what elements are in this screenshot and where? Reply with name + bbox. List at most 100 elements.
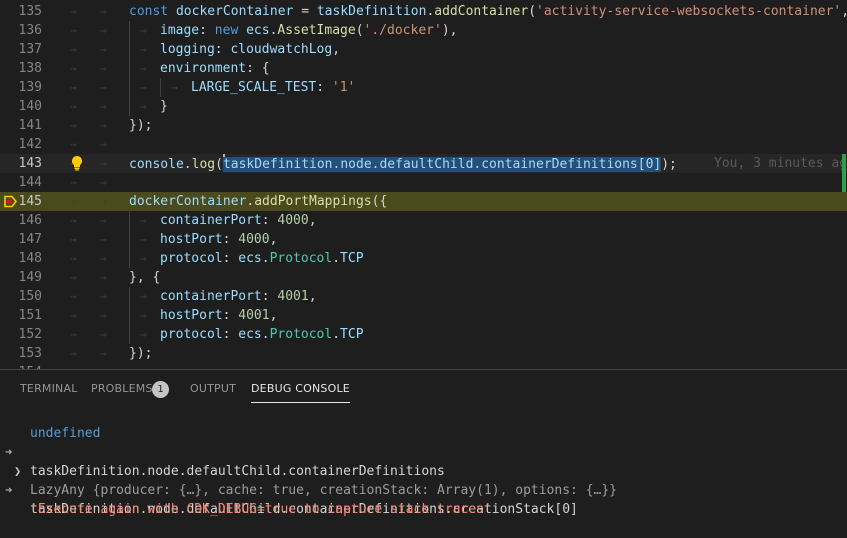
whitespace-marker: → — [70, 119, 77, 132]
code-line[interactable]: 140 → → →} — [0, 97, 847, 116]
code-text[interactable]: }); — [129, 116, 152, 135]
code-line[interactable]: 153 → →}); — [0, 344, 847, 363]
whitespace-marker: → — [140, 24, 147, 37]
code-token: }); — [129, 346, 153, 361]
code-text[interactable]: const dockerContainer = taskDefinition.a… — [129, 2, 847, 21]
code-token: Protocol — [269, 251, 333, 266]
code-token: 4001 — [238, 308, 270, 323]
code-token: , — [269, 232, 278, 247]
code-text[interactable]: protocol: ecs.Protocol.TCP — [160, 249, 364, 268]
code-token: : { — [246, 61, 270, 76]
whitespace-marker: → — [70, 347, 77, 360]
whitespace-marker: → — [100, 119, 107, 132]
whitespace-marker: → — [70, 271, 77, 284]
tab-terminal[interactable]: TERMINAL — [20, 382, 78, 395]
code-line[interactable]: 145 → → dockerContainer.addPortMappings({ — [0, 192, 847, 211]
code-line[interactable]: 138 → → → environment: { — [0, 59, 847, 78]
whitespace-marker: → — [70, 309, 77, 322]
tab-debug-console[interactable]: DEBUG CONSOLE — [251, 382, 350, 403]
code-line[interactable]: 135 → → const dockerContainer = taskDefinit… — [0, 2, 847, 21]
whitespace-marker: → — [100, 62, 107, 75]
whitespace-marker: → — [70, 328, 77, 341]
code-token: : — [214, 42, 231, 57]
code-line[interactable]: 151 → → → hostPort: 4001, — [0, 306, 847, 325]
whitespace-marker: → — [70, 62, 77, 75]
code-token: ( — [355, 23, 364, 38]
code-editor[interactable]: 135 → → const dockerContainer = taskDefinit… — [0, 0, 847, 369]
problems-count-badge: 1 — [152, 381, 169, 398]
code-line[interactable]: 148 → → → protocol: ecs.Protocol.TCP — [0, 249, 847, 268]
code-line[interactable]: 144 → → — [0, 173, 847, 192]
code-line[interactable]: 141 → →}); — [0, 116, 847, 135]
whitespace-marker: → — [100, 195, 107, 208]
breakpoint-paused-icon[interactable] — [4, 195, 17, 208]
whitespace-marker: → — [100, 138, 107, 151]
line-number: 142 — [18, 137, 42, 152]
line-number: 150 — [18, 289, 42, 304]
code-text[interactable]: dockerContainer.addPortMappings({ — [129, 192, 387, 211]
code-line[interactable]: 147 → → → hostPort: 4000, — [0, 230, 847, 249]
code-line[interactable]: 139 → → → → LARGE_SCALE_TEST: '1' — [0, 78, 847, 97]
code-line[interactable]: 146 → → → containerPort: 4000, — [0, 211, 847, 230]
whitespace-marker: → — [140, 290, 147, 303]
whitespace-marker: → — [140, 328, 147, 341]
line-number: 152 — [18, 327, 42, 342]
whitespace-marker: → — [171, 81, 178, 94]
code-token: ); — [661, 157, 677, 172]
code-token: 'activity-service-websockets-container' — [536, 4, 842, 19]
code-line[interactable]: 137 → → → logging: cloudwatchLog, — [0, 40, 847, 59]
whitespace-marker: → — [140, 252, 147, 265]
whitespace-marker: → — [70, 43, 77, 56]
tab-output[interactable]: OUTPUT — [190, 382, 236, 395]
indent-guide — [129, 97, 130, 116]
whitespace-marker: → — [100, 271, 107, 284]
code-line[interactable]: 150 → → → containerPort: 4001, — [0, 287, 847, 306]
code-text[interactable]: image: new ecs.AssetImage('./docker'), — [160, 21, 457, 40]
code-token: dockerContainer — [129, 194, 247, 209]
whitespace-marker: → — [100, 100, 107, 113]
tab-problems[interactable]: PROBLEMS — [91, 382, 153, 395]
console-line[interactable]: ❯ LazyAny {producer: {…}, cache: true, c… — [0, 443, 617, 498]
code-line[interactable]: 136 → → → image: new ecs.AssetImage('./docke… — [0, 21, 847, 40]
code-text[interactable]: environment: { — [160, 59, 270, 78]
code-token: TCP — [340, 251, 364, 266]
code-text[interactable]: } — [160, 97, 168, 116]
code-token: LARGE_SCALE_TEST — [191, 80, 317, 95]
code-text[interactable]: }); — [129, 344, 152, 363]
code-token: : — [261, 213, 278, 228]
whitespace-marker: → — [100, 176, 107, 189]
code-line[interactable]: 149 → →}, { — [0, 268, 847, 287]
code-line[interactable]: 152 → → → protocol: ecs.Protocol.TCP — [0, 325, 847, 344]
whitespace-marker: → — [100, 5, 107, 18]
lightbulb-icon[interactable] — [70, 155, 84, 171]
console-result-string: 'Execute again with CDK_DEBUG=true to ca… — [30, 502, 492, 517]
code-text[interactable]: }, { — [129, 268, 160, 287]
whitespace-marker: → — [70, 81, 77, 94]
indent-guide — [129, 306, 130, 325]
code-text[interactable]: console.log(taskDefinition.node.defaultC… — [129, 154, 677, 174]
console-line: 'Execute again with CDK_DEBUG=true to ca… — [0, 481, 492, 517]
selected-text: taskDefinition.node.defaultChild.contain… — [222, 157, 662, 172]
code-text[interactable]: hostPort: 4000, — [160, 230, 277, 249]
code-text[interactable]: containerPort: 4000, — [160, 211, 317, 230]
code-text[interactable]: protocol: ecs.Protocol.TCP — [160, 325, 364, 344]
modified-line-marker — [842, 154, 846, 173]
code-text[interactable]: containerPort: 4001, — [160, 287, 317, 306]
code-line[interactable]: 142 → → — [0, 135, 847, 154]
code-token: hostPort — [160, 232, 223, 247]
code-token: ), — [441, 23, 458, 38]
whitespace-marker: → — [100, 157, 107, 170]
line-number: 151 — [18, 308, 42, 323]
code-text[interactable]: hostPort: 4001, — [160, 306, 277, 325]
console-line: undefined — [0, 405, 100, 441]
console-object-preview[interactable]: LazyAny {producer: {…}, cache: true, cre… — [30, 481, 617, 500]
line-number: 135 — [18, 4, 42, 19]
whitespace-marker: → — [140, 100, 147, 113]
code-line[interactable]: 143→→console.log(taskDefinition.node.def… — [0, 154, 847, 173]
code-token: ecs — [238, 327, 262, 342]
code-token: dockerContainer — [175, 4, 294, 19]
code-token: logging — [160, 42, 215, 57]
code-token: hostPort — [160, 308, 223, 323]
code-text[interactable]: LARGE_SCALE_TEST: '1' — [191, 78, 355, 97]
code-text[interactable]: logging: cloudwatchLog, — [160, 40, 340, 59]
